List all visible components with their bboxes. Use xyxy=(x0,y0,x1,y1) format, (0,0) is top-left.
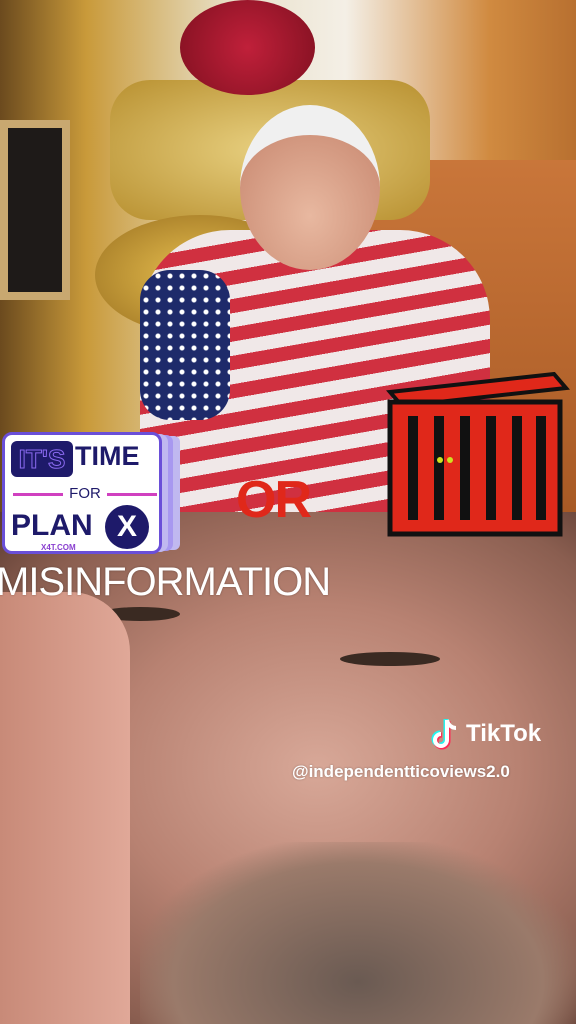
flower-bouquet xyxy=(180,0,315,95)
woman-head xyxy=(240,105,380,270)
hand xyxy=(0,592,130,1024)
fireplace xyxy=(0,120,70,300)
or-text: OR xyxy=(236,471,312,529)
sticker-plan: PLAN xyxy=(11,509,93,542)
creator-handle: @independentticoviews2.0 xyxy=(292,762,510,781)
right-eye xyxy=(340,652,440,666)
caption-text: MISINFORMATION xyxy=(0,560,331,604)
tiktok-logo-icon xyxy=(431,719,457,750)
tiktok-watermark: TikTok xyxy=(430,718,541,750)
x-logo-icon: X xyxy=(105,505,149,549)
tiktok-brand: TikTok xyxy=(466,720,542,747)
sticker-time: TIME xyxy=(75,441,140,471)
plan-x-sticker: IT'S TIME FOR PLAN X X4T.COM xyxy=(2,432,162,554)
sticker-its: IT'S xyxy=(11,441,73,477)
beard xyxy=(140,842,576,1024)
sticker-for: FOR xyxy=(5,485,165,502)
jail-icon xyxy=(386,372,570,537)
sticker-url: X4T.COM xyxy=(41,543,76,552)
